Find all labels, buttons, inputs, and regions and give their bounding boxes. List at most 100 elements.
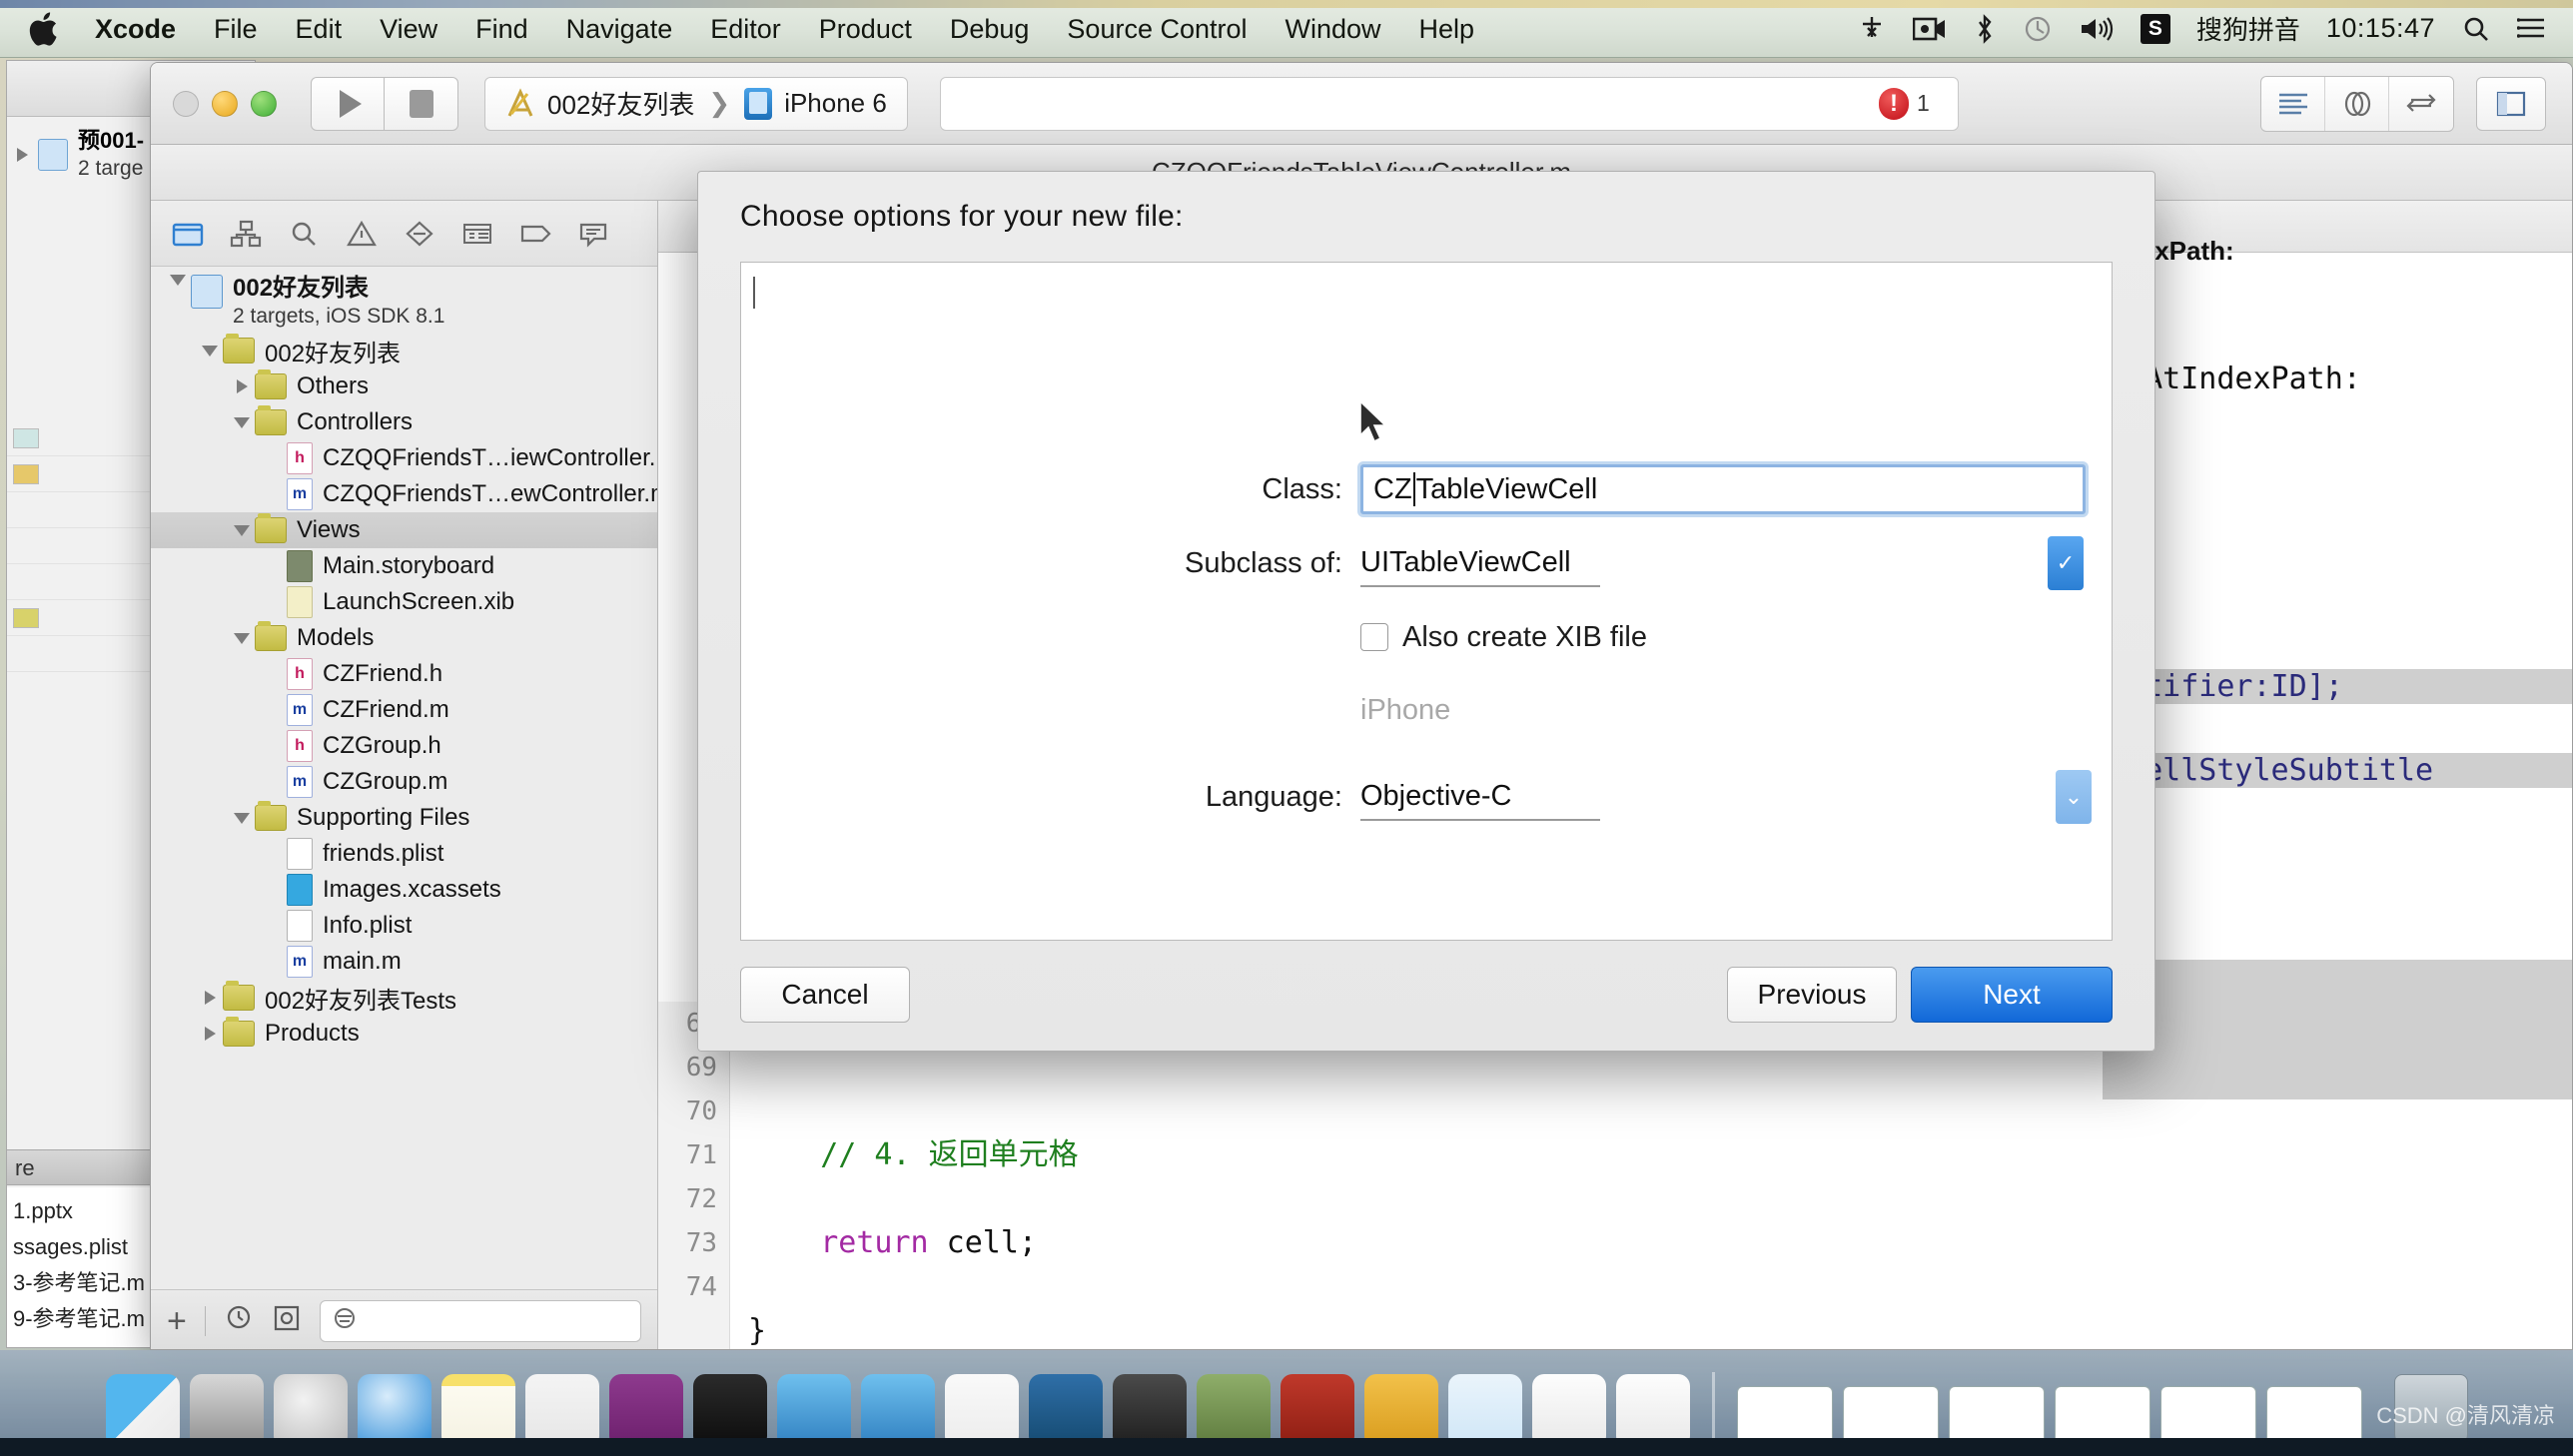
menu-bar-status-items[interactable]: S 搜狗拼音 10:15:47 (1857, 10, 2573, 47)
apple-logo-icon[interactable] (28, 10, 62, 48)
minimize-button[interactable] (212, 90, 238, 117)
chevron-down-icon[interactable] (197, 345, 223, 357)
menu-item-xcode[interactable]: Xcode (76, 0, 195, 58)
menu-item-file[interactable]: File (195, 0, 277, 58)
menu-item-source-control[interactable]: Source Control (1048, 0, 1266, 58)
menu-item-edit[interactable]: Edit (277, 0, 362, 58)
pdf-reader-icon[interactable] (944, 1374, 1019, 1448)
next-button[interactable]: Next (1911, 967, 2113, 1023)
error-badge-icon[interactable]: ! (1879, 87, 1910, 120)
navigator-row[interactable]: h CZFriend.h (151, 656, 657, 692)
run-button[interactable] (311, 76, 385, 131)
navigator-tab-bar[interactable] (151, 201, 657, 267)
menu-item-help[interactable]: Help (1400, 0, 1494, 58)
navigator-row[interactable]: Images.xcassets (151, 872, 657, 908)
navigator-row[interactable]: LaunchScreen.xib (151, 584, 657, 620)
previous-button[interactable]: Previous (1727, 967, 1897, 1023)
navigator-row[interactable]: Controllers (151, 404, 657, 440)
menu-item-product[interactable]: Product (800, 0, 931, 58)
chevron-down-icon[interactable] (229, 416, 255, 428)
language-select[interactable]: Objective-C (1360, 773, 1600, 821)
launchpad-icon[interactable] (273, 1374, 348, 1448)
navigator-row[interactable]: Info.plist (151, 908, 657, 944)
bluetooth-icon[interactable] (1973, 13, 1997, 44)
window-controls[interactable] (151, 90, 277, 117)
navigator-row[interactable]: 002好友列表 (151, 333, 657, 368)
menu-item-window[interactable]: Window (1267, 0, 1400, 58)
menu-bar-clock[interactable]: 10:15:47 (2326, 13, 2435, 44)
assistant-editor-icon[interactable] (2325, 76, 2389, 131)
xcode-beta-icon[interactable] (860, 1374, 935, 1456)
onenote-icon[interactable] (608, 1374, 683, 1448)
notes-icon[interactable] (440, 1374, 515, 1448)
xcode-icon[interactable] (776, 1374, 851, 1456)
navigator-row[interactable]: 002好友列表 2 targets, iOS SDK 8.1 (151, 275, 657, 333)
menu-items[interactable]: Xcode File Edit View Find Navigate Editor Produ… (0, 0, 1493, 58)
editor-mode-segments[interactable] (2260, 75, 2454, 132)
scheme-selector[interactable]: 002好友列表 ❯ iPhone 6 (484, 76, 908, 131)
also-create-xib-checkbox[interactable]: Also create XIB file (1360, 621, 1647, 654)
snipping-icon[interactable] (1028, 1374, 1103, 1448)
notification-center-icon[interactable] (2517, 15, 2547, 43)
menu-item-view[interactable]: View (361, 0, 456, 58)
breakpoint-navigator-icon[interactable] (506, 201, 564, 267)
search-icon[interactable] (2461, 14, 2491, 44)
plus-icon[interactable]: + (167, 1304, 187, 1338)
source-control-filter-icon[interactable] (272, 1303, 302, 1338)
navigator-row[interactable]: m main.m (151, 944, 657, 980)
clock-icon[interactable] (224, 1303, 254, 1338)
scissors-icon[interactable] (1857, 14, 1887, 44)
debug-navigator-icon[interactable] (448, 201, 506, 267)
navigator-bottom-bar[interactable]: + (151, 1289, 657, 1349)
stop-button[interactable] (385, 76, 458, 131)
xcode-doc2-icon[interactable] (1615, 1374, 1690, 1448)
editor-code-area[interactable]: 68 69 70 71 72 73 74 // 4. 返回单元格 return … (658, 1002, 2572, 1349)
class-input[interactable]: CZ TableViewCell (1360, 464, 2086, 514)
system-preferences-icon[interactable] (189, 1374, 264, 1448)
safari-icon[interactable] (357, 1374, 431, 1456)
menu-item-find[interactable]: Find (456, 0, 547, 58)
chevron-down-icon[interactable] (229, 524, 255, 536)
navigator-row[interactable]: Products (151, 1016, 657, 1052)
filter-input[interactable] (319, 1299, 641, 1342)
input-method-badge[interactable]: S (2140, 13, 2170, 44)
filezilla-icon[interactable] (1280, 1374, 1354, 1448)
run-stop-group[interactable] (311, 76, 458, 131)
chevron-down-icon[interactable] (165, 275, 191, 286)
subclass-input[interactable]: UITableViewCell (1360, 539, 1600, 587)
navigator-row[interactable]: m CZGroup.m (151, 764, 657, 800)
chevron-right-icon[interactable] (17, 148, 28, 162)
excel-icon[interactable] (524, 1374, 599, 1448)
navigator-row[interactable]: friends.plist (151, 836, 657, 872)
close-button[interactable] (173, 90, 199, 117)
chevron-down-icon[interactable] (229, 812, 255, 824)
report-navigator-icon[interactable] (564, 201, 622, 267)
navigator-row[interactable]: 002好友列表Tests (151, 980, 657, 1016)
terminal-icon[interactable] (692, 1374, 767, 1448)
finder-icon[interactable] (105, 1374, 180, 1456)
issue-navigator-icon[interactable] (333, 201, 391, 267)
dictionary-icon[interactable] (1196, 1374, 1271, 1448)
standard-editor-icon[interactable] (2261, 76, 2325, 131)
find-navigator-icon[interactable] (275, 201, 333, 267)
imovie-icon[interactable] (1112, 1374, 1187, 1456)
chevron-right-icon[interactable] (197, 991, 223, 1005)
version-editor-icon[interactable] (2389, 77, 2453, 131)
navigator-row[interactable]: Supporting Files (151, 800, 657, 836)
zoom-button[interactable] (251, 90, 277, 117)
navigator-panel-toggle[interactable] (2476, 76, 2546, 131)
cancel-button[interactable]: Cancel (740, 967, 910, 1023)
project-navigator-icon[interactable] (159, 201, 217, 267)
navigator-row[interactable]: m CZQQFriendsT…ewController.m (151, 476, 657, 512)
device-select[interactable]: iPhone (1360, 687, 1600, 735)
navigator-row[interactable]: h CZQQFriendsT…iewController.h (151, 440, 657, 476)
sketch-icon[interactable] (1363, 1374, 1438, 1448)
navigator-tree[interactable]: 002好友列表 2 targets, iOS SDK 8.1 002好友列表 Othe… (151, 267, 657, 1289)
menu-item-debug[interactable]: Debug (931, 0, 1049, 58)
chevron-right-icon[interactable] (229, 379, 255, 393)
chevron-right-icon[interactable] (197, 1027, 223, 1041)
menu-item-navigate[interactable]: Navigate (547, 0, 692, 58)
xcode-doc-icon[interactable] (1531, 1374, 1606, 1448)
word-icon[interactable] (1447, 1374, 1522, 1448)
subclass-dropdown-button[interactable]: ✓ (2048, 536, 2084, 590)
